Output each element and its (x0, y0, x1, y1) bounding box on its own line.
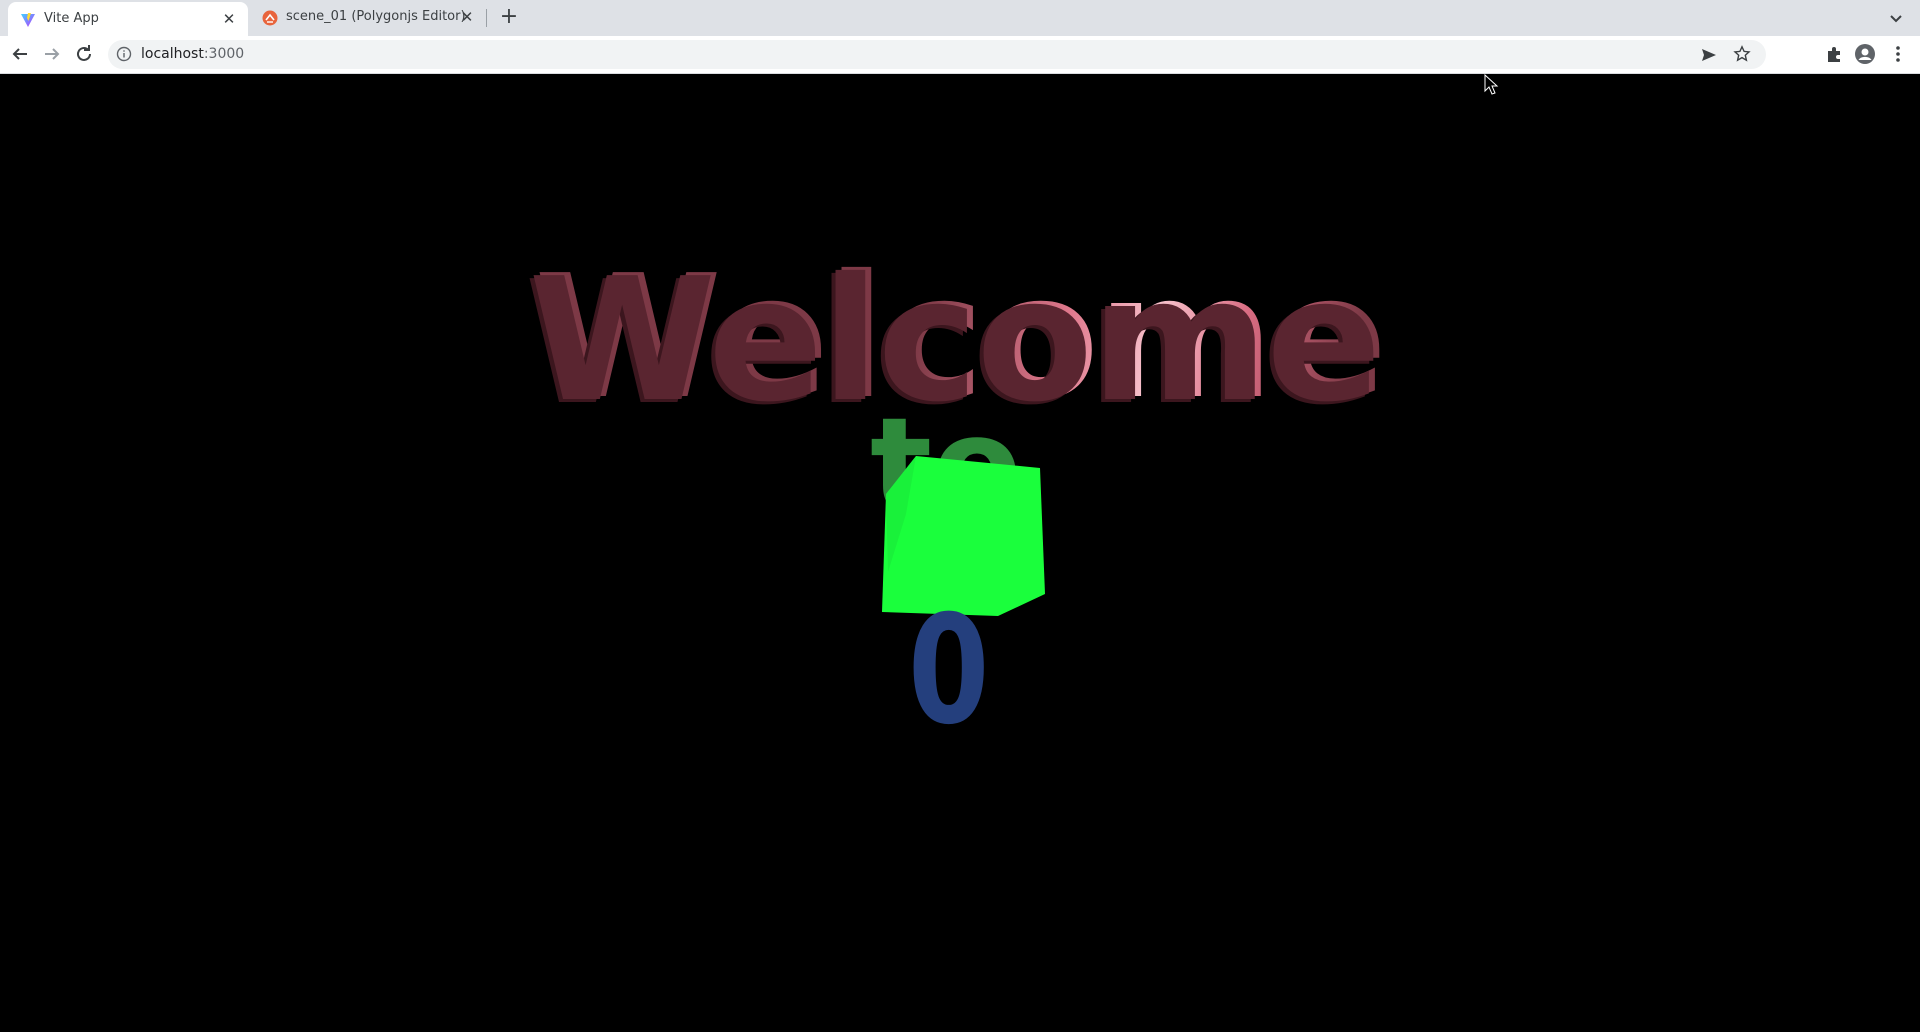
webgl-canvas[interactable]: Welcome to 0 (0, 74, 1920, 1032)
tab-strip: Vite App ✕ scene_01 (Polygonjs Editor) ✕… (0, 0, 1920, 38)
extensions-puzzle-icon[interactable] (1822, 42, 1846, 66)
tab-polygonjs-editor[interactable]: scene_01 (Polygonjs Editor) ✕ (250, 0, 486, 36)
vite-icon (21, 13, 35, 27)
bookmark-star-icon[interactable] (1733, 45, 1751, 63)
browser-toolbar: localhost:3000 (0, 36, 1920, 74)
tab-separator (486, 9, 487, 27)
zero-3d-text: 0 (908, 584, 990, 758)
close-tab-icon[interactable]: ✕ (220, 10, 238, 28)
browser-window: Vite App ✕ scene_01 (Polygonjs Editor) ✕… (0, 0, 1920, 1032)
url-port: :3000 (203, 46, 245, 62)
forward-arrow-icon[interactable] (40, 42, 64, 66)
new-tab-button[interactable]: + (497, 6, 521, 30)
profile-avatar-icon[interactable] (1853, 42, 1877, 66)
back-arrow-icon[interactable] (8, 42, 32, 66)
mouse-cursor-icon (1484, 74, 1499, 95)
tab-search-chevron-icon[interactable] (1886, 8, 1906, 28)
polygonjs-icon (262, 10, 278, 26)
url-text[interactable]: localhost:3000 (141, 46, 244, 62)
close-tab-icon[interactable]: ✕ (458, 8, 476, 26)
url-host: localhost (141, 46, 204, 62)
address-bar[interactable]: localhost:3000 (108, 40, 1766, 69)
tab-title: scene_01 (Polygonjs Editor) (286, 9, 466, 24)
send-tab-icon[interactable] (1700, 46, 1718, 64)
tab-title: Vite App (44, 11, 99, 26)
kebab-menu-icon[interactable] (1886, 42, 1910, 66)
reload-icon[interactable] (72, 42, 96, 66)
site-info-icon[interactable] (116, 46, 132, 62)
tab-vite-app[interactable]: Vite App ✕ (8, 2, 248, 38)
